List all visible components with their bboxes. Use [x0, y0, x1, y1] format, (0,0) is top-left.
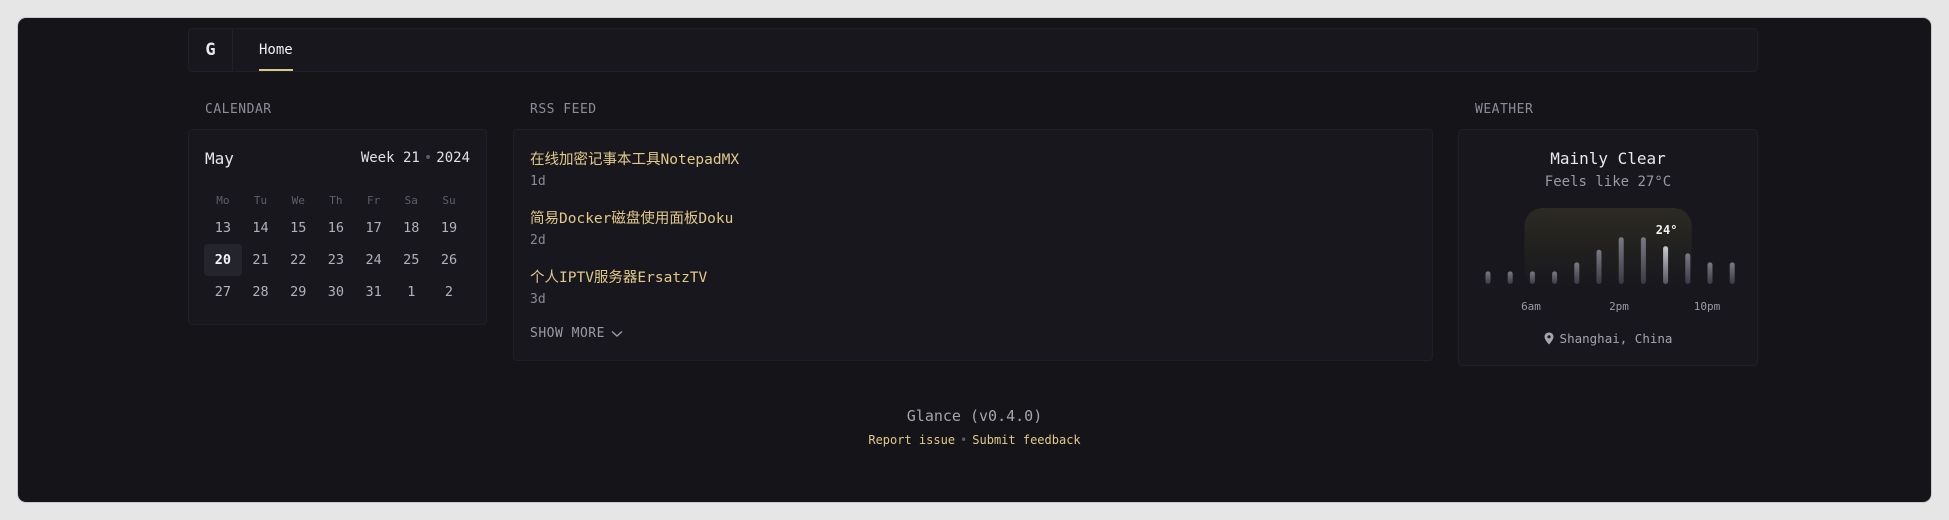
app-logo[interactable]: G	[189, 29, 233, 71]
calendar-day: 25	[403, 252, 420, 268]
report-issue-link[interactable]: Report issue	[868, 433, 955, 447]
calendar-weekday-label: Su	[442, 193, 456, 207]
weather-bar	[1529, 271, 1535, 284]
location-pin-icon	[1544, 332, 1554, 345]
hour-label: 6am	[1521, 300, 1541, 313]
calendar-day: 24	[365, 252, 382, 268]
app-window: G Home CALENDAR May Week 21 • 2024 Mo Tu We T…	[18, 18, 1931, 502]
rss-item[interactable]: 简易Docker磁盘使用面板Doku 2d	[530, 207, 733, 248]
weather-bar	[1685, 253, 1691, 284]
weather-bar	[1596, 249, 1602, 284]
footer-links: Report issue • Submit feedback	[868, 433, 1081, 447]
calendar-weekday-label: Sa	[404, 193, 418, 207]
calendar-day: 17	[365, 220, 382, 236]
rss-item-title[interactable]: 个人IPTV服务器ErsatzTV	[530, 266, 707, 287]
rss-item-age: 2d	[530, 233, 546, 248]
calendar-day: 1	[407, 284, 416, 300]
calendar-day-today: 20	[204, 244, 242, 276]
footer-app-name: Glance (v0.4.0)	[906, 407, 1043, 425]
weather-bar	[1618, 237, 1624, 284]
calendar-day: 19	[440, 220, 458, 236]
weather-location: Shanghai, China	[1459, 331, 1757, 346]
rss-section-title: RSS FEED	[530, 102, 597, 117]
weather-hourly-chart: 24°	[1485, 208, 1735, 288]
top-nav: G Home	[188, 28, 1758, 72]
calendar-weekday-label: We	[291, 193, 305, 207]
weather-bar	[1640, 237, 1646, 284]
weather-bar	[1574, 262, 1580, 284]
calendar-day: 23	[327, 252, 345, 268]
weather-bar	[1707, 262, 1713, 284]
show-more-label: SHOW MORE	[530, 326, 605, 341]
weather-feels-like: Feels like 27°C	[1544, 174, 1672, 190]
nav-item-home[interactable]: Home	[259, 29, 293, 71]
calendar-day: 27	[214, 284, 231, 300]
weather-bar	[1485, 271, 1491, 284]
calendar-day: 21	[252, 252, 269, 268]
calendar-year: 2024	[436, 150, 470, 166]
calendar-day: 31	[365, 284, 382, 300]
rss-item-title[interactable]: 简易Docker磁盘使用面板Doku	[530, 207, 733, 228]
calendar-day: 18	[403, 220, 420, 236]
chevron-down-icon	[611, 330, 623, 337]
calendar-day: 16	[327, 220, 345, 236]
calendar-day: 30	[327, 284, 345, 300]
rss-item-age: 3d	[530, 292, 546, 307]
calendar-day: 22	[290, 252, 307, 268]
submit-feedback-link[interactable]: Submit feedback	[972, 433, 1080, 447]
calendar-day: 26	[440, 252, 458, 268]
weather-bar-current	[1663, 246, 1669, 284]
weather-bar	[1729, 262, 1735, 284]
weather-bar	[1507, 271, 1513, 284]
calendar-day: 13	[214, 220, 231, 236]
rss-item-title[interactable]: 在线加密记事本工具NotepadMX	[530, 148, 739, 169]
weather-section-title: WEATHER	[1475, 102, 1534, 117]
calendar-week-number: Week 21	[360, 150, 420, 166]
calendar-day: 29	[290, 284, 307, 300]
calendar-day: 28	[252, 284, 269, 300]
calendar-weekday-label: Mo	[216, 193, 230, 207]
rss-item-age: 1d	[530, 174, 546, 189]
calendar-week-label: Week 21 • 2024	[360, 150, 470, 166]
weather-current-temp: 24°	[1656, 223, 1678, 237]
rss-item[interactable]: 个人IPTV服务器ErsatzTV 3d	[530, 266, 707, 307]
calendar-day: 2	[444, 284, 454, 300]
rss-widget: 在线加密记事本工具NotepadMX 1d 简易Docker磁盘使用面板Doku…	[513, 129, 1433, 361]
calendar-weekday-label: Fr	[366, 193, 381, 207]
weather-location-text: Shanghai, China	[1559, 331, 1673, 346]
weather-condition: Mainly Clear	[1550, 149, 1666, 168]
calendar-month: May	[205, 149, 234, 168]
calendar-day: 14	[252, 220, 269, 236]
hour-label: 2pm	[1609, 300, 1629, 313]
show-more-button[interactable]: SHOW MORE	[530, 326, 623, 341]
calendar-day: 15	[290, 220, 307, 236]
calendar-grid: Mo Tu We Th Fr Sa Su 13 14 15 16 17 18 19 20 21 22 23 24 25…	[204, 188, 468, 308]
calendar-widget: May Week 21 • 2024 Mo Tu We Th Fr Sa Su 13 14 15 16 1…	[188, 129, 487, 325]
rss-item[interactable]: 在线加密记事本工具NotepadMX 1d	[530, 148, 739, 189]
calendar-weekday-label: Th	[329, 193, 343, 207]
calendar-weekday-label: Tu	[253, 193, 268, 207]
weather-bar	[1552, 271, 1558, 284]
weather-hour-labels: 6am 2pm 10pm	[1459, 300, 1758, 316]
weather-widget: Mainly Clear Feels like 27°C 24° 6am 2pm…	[1458, 129, 1758, 366]
hour-label: 10pm	[1693, 300, 1721, 313]
calendar-section-title: CALENDAR	[205, 102, 272, 117]
